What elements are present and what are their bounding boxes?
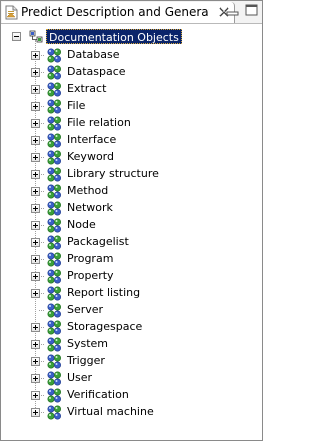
tree-item-label: Library structure xyxy=(67,167,159,180)
object-type-icon xyxy=(47,99,62,114)
expand-toggle[interactable] xyxy=(31,153,40,162)
object-type-icon xyxy=(47,337,62,352)
tree-item-file-relation[interactable]: File relation xyxy=(1,115,262,132)
tree-item-file[interactable]: File xyxy=(1,98,262,115)
expand-toggle[interactable] xyxy=(31,340,40,349)
tree-item-label: Database xyxy=(67,48,120,61)
object-type-icon xyxy=(47,48,62,63)
tree-item-label: Packagelist xyxy=(67,235,129,248)
titlebar-separator xyxy=(1,23,262,24)
expand-toggle[interactable] xyxy=(31,170,40,179)
object-type-icon xyxy=(47,286,62,301)
expand-toggle[interactable] xyxy=(31,68,40,77)
expand-toggle[interactable] xyxy=(31,187,40,196)
tree-item-label: System xyxy=(67,337,109,350)
tree-item-report-listing[interactable]: Report listing xyxy=(1,285,262,302)
expand-toggle[interactable] xyxy=(31,357,40,366)
tree-item-method[interactable]: Method xyxy=(1,183,262,200)
tree-item-label: Report listing xyxy=(67,286,141,299)
object-type-icon xyxy=(47,252,62,267)
tree-item-interface[interactable]: Interface xyxy=(1,132,262,149)
tree-item-label: User xyxy=(67,371,93,384)
object-type-icon xyxy=(47,235,62,250)
tree-item-label: Node xyxy=(67,218,96,231)
collapse-toggle-root[interactable] xyxy=(12,32,21,41)
tree-item-property[interactable]: Property xyxy=(1,268,262,285)
expand-toggle[interactable] xyxy=(31,51,40,60)
object-type-icon xyxy=(47,303,62,318)
tree-item-label: Interface xyxy=(67,133,117,146)
tree-item-label: File relation xyxy=(67,116,131,129)
expand-toggle[interactable] xyxy=(31,272,40,281)
tree-item-extract[interactable]: Extract xyxy=(1,81,262,98)
expand-toggle[interactable] xyxy=(31,204,40,213)
object-type-icon xyxy=(47,354,62,369)
tree-item-label: Verification xyxy=(67,388,129,401)
object-type-icon xyxy=(47,184,62,199)
object-type-icon xyxy=(47,371,62,386)
object-type-icon xyxy=(47,405,62,420)
object-type-icon xyxy=(47,201,62,216)
tree-item-label: Property xyxy=(67,269,114,282)
expand-toggle[interactable] xyxy=(31,391,40,400)
tree-item-label: Server xyxy=(67,303,104,316)
tree-item-virtual-machine[interactable]: Virtual machine xyxy=(1,404,262,421)
tree-item-packagelist[interactable]: Packagelist xyxy=(1,234,262,251)
tree-item-label: Trigger xyxy=(67,354,105,367)
tree-item-network[interactable]: Network xyxy=(1,200,262,217)
tree-item-database[interactable]: Database xyxy=(1,47,262,64)
object-type-icon xyxy=(47,167,62,182)
tree-item-trigger[interactable]: Trigger xyxy=(1,353,262,370)
tree-item-label: Program xyxy=(67,252,114,265)
expand-toggle[interactable] xyxy=(31,289,40,298)
tree-root-documentation-objects[interactable]: Documentation Objects xyxy=(46,29,182,44)
tree-item-library-structure[interactable]: Library structure xyxy=(1,166,262,183)
object-type-icon xyxy=(47,269,62,284)
object-type-icon xyxy=(47,116,62,131)
tree-item-user[interactable]: User xyxy=(1,370,262,387)
expand-toggle[interactable] xyxy=(31,85,40,94)
expand-toggle[interactable] xyxy=(31,136,40,145)
expand-toggle[interactable] xyxy=(31,119,40,128)
expand-toggle[interactable] xyxy=(31,221,40,230)
tree-item-program[interactable]: Program xyxy=(1,251,262,268)
tree-item-system[interactable]: System xyxy=(1,336,262,353)
tree-item-label: Keyword xyxy=(67,150,114,163)
expand-toggle[interactable] xyxy=(31,408,40,417)
tree-item-label: Storagespace xyxy=(67,320,143,333)
expand-toggle[interactable] xyxy=(31,255,40,264)
tree-item-label: Dataspace xyxy=(67,65,126,78)
tree-item-storagespace[interactable]: Storagespace xyxy=(1,319,262,336)
tree-item-label: Network xyxy=(67,201,113,214)
object-type-icon xyxy=(47,150,62,165)
expand-toggle[interactable] xyxy=(31,102,40,111)
view-title: Predict Description and Generati xyxy=(21,5,209,19)
predict-view-panel: Predict Description and Generati Documen… xyxy=(0,0,263,441)
tree-item-dataspace[interactable]: Dataspace xyxy=(1,64,262,81)
object-type-icon xyxy=(47,218,62,233)
object-type-icon xyxy=(47,388,62,403)
object-type-icon xyxy=(47,320,62,335)
minimize-icon[interactable] xyxy=(226,4,239,16)
object-tree-icon xyxy=(29,30,43,43)
object-type-icon xyxy=(47,133,62,148)
tree-item-node[interactable]: Node xyxy=(1,217,262,234)
tree-item-server[interactable]: Server xyxy=(1,302,262,319)
tree-item-keyword[interactable]: Keyword xyxy=(1,149,262,166)
tree-connector xyxy=(39,310,44,311)
tree-item-verification[interactable]: Verification xyxy=(1,387,262,404)
maximize-icon[interactable] xyxy=(245,4,258,16)
tree-item-label: File xyxy=(67,99,86,112)
expand-toggle[interactable] xyxy=(31,238,40,247)
tree-item-label: Extract xyxy=(67,82,107,95)
object-type-icon xyxy=(47,82,62,97)
expand-toggle[interactable] xyxy=(31,323,40,332)
view-titlebar: Predict Description and Generati xyxy=(1,1,262,23)
object-type-icon xyxy=(47,65,62,80)
tree-item-label: Method xyxy=(67,184,109,197)
tree-item-label: Virtual machine xyxy=(67,405,154,418)
document-icon xyxy=(5,5,18,20)
view-tab[interactable]: Predict Description and Generati xyxy=(2,2,235,23)
expand-toggle[interactable] xyxy=(31,374,40,383)
